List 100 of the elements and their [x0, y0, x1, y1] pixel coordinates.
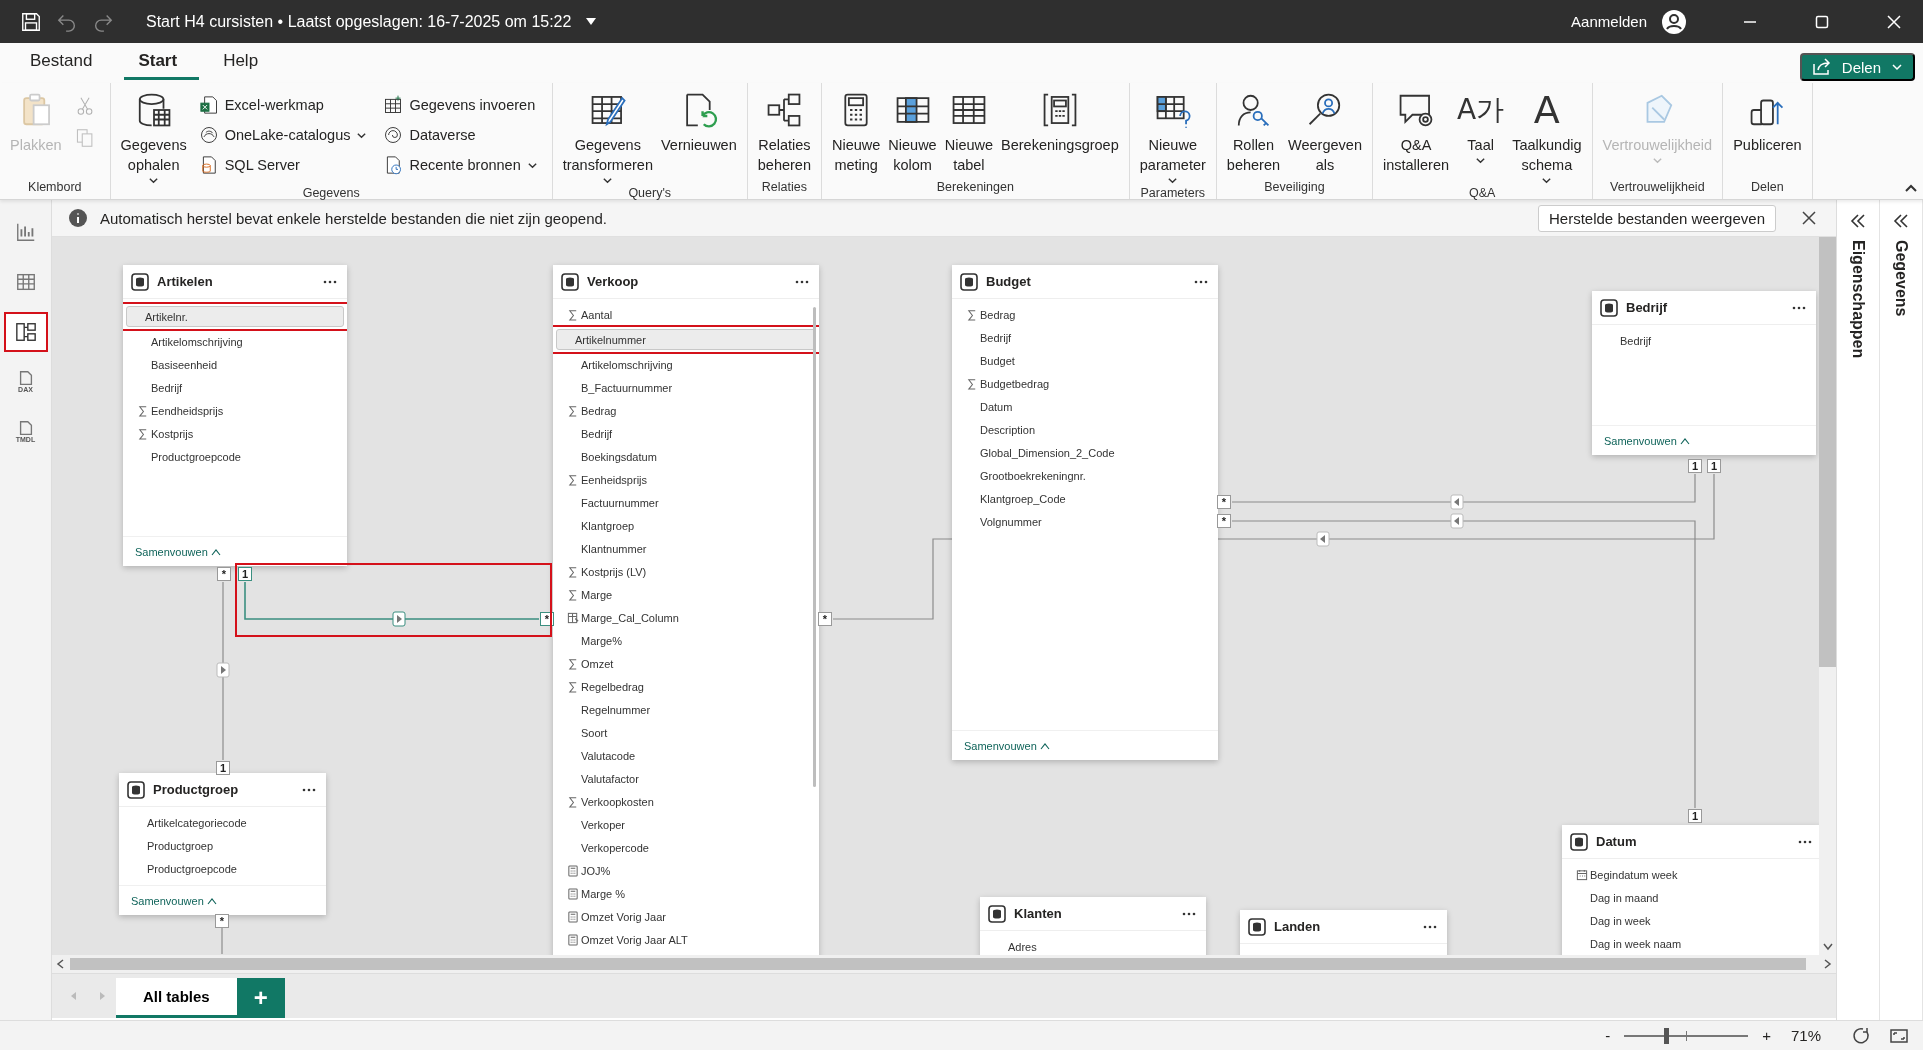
more-icon[interactable] — [1792, 305, 1806, 310]
save-icon[interactable] — [20, 10, 42, 33]
ribbon-button[interactable]: Q&A installeren — [1380, 91, 1452, 175]
field-item[interactable]: Basiseenheid — [123, 353, 343, 376]
field-item[interactable]: Artikelomschrijving — [553, 353, 815, 376]
field-item[interactable]: Boekingsdatum — [553, 445, 815, 468]
field-item[interactable]: Klantgroep_Code — [952, 487, 1214, 510]
field-item[interactable]: Bedrijf — [1592, 329, 1812, 352]
ribbon-button[interactable]: Nieuwe parameter — [1137, 91, 1208, 186]
field-item[interactable]: Artikelnr. — [126, 306, 344, 327]
slider-thumb[interactable] — [1664, 1027, 1670, 1044]
view-button[interactable] — [3, 312, 48, 352]
field-item[interactable]: Omzet Vorig Jaar ALT — [553, 928, 815, 951]
field-item[interactable]: Datum — [952, 395, 1214, 418]
field-item[interactable]: Klantnummer — [553, 537, 815, 560]
field-item[interactable]: Bedrag — [952, 303, 1214, 326]
field-item[interactable]: Global_Dimension_2_Code — [952, 441, 1214, 464]
page-tab[interactable]: All tables — [116, 978, 237, 1018]
field-item[interactable]: Marge_Cal_Column — [553, 606, 815, 629]
avatar-icon[interactable] — [1661, 8, 1687, 35]
more-icon[interactable] — [1182, 911, 1196, 916]
field-item[interactable]: Valutafactor — [553, 767, 815, 790]
collapse-link[interactable]: Samenvouwen — [135, 545, 221, 558]
field-item[interactable]: Bedrag — [553, 399, 815, 422]
expand-icon[interactable] — [1893, 214, 1909, 228]
ribbon-button[interactable]: Publiceren — [1731, 91, 1804, 155]
field-item[interactable]: Factuurnummer — [553, 491, 815, 514]
field-item[interactable]: Bedrijf — [123, 376, 343, 399]
ribbon-button[interactable]: SQL Server — [198, 153, 368, 177]
ribbon-button[interactable]: A가 Taal — [1455, 91, 1507, 166]
field-item[interactable]: Marge% — [553, 629, 815, 652]
field-item[interactable]: Aantal — [553, 303, 815, 326]
ribbon-button[interactable]: Relaties beheren — [755, 91, 813, 175]
show-files-button[interactable]: Herstelde bestanden weergeven — [1538, 204, 1776, 232]
panel-tab[interactable]: Eigenschappen — [1849, 240, 1867, 359]
field-item[interactable]: Kostprijs — [123, 422, 343, 445]
reset-icon[interactable] — [1851, 1025, 1871, 1046]
ribbon-button[interactable]: Excel-werkmap — [198, 93, 368, 117]
ribbon-button[interactable]: Nieuwe kolom — [886, 91, 939, 175]
zoom-out-button[interactable]: - — [1605, 1027, 1611, 1044]
field-item[interactable]: Regelnummer — [553, 698, 815, 721]
ribbon-button[interactable]: Gegevens ophalen — [118, 91, 189, 186]
field-item[interactable]: JOJ% — [553, 859, 815, 882]
ribbon-button[interactable]: Vernieuwen — [658, 91, 739, 155]
field-item[interactable]: Marge — [553, 583, 815, 606]
ribbon-button[interactable]: Rollen beheren — [1224, 91, 1283, 175]
field-item[interactable]: Verkoopkosten — [553, 790, 815, 813]
ribbon-button[interactable]: Recente bronnen — [383, 153, 538, 177]
share-button[interactable]: Delen — [1799, 53, 1915, 81]
panel-tab[interactable]: Gegevens — [1892, 240, 1910, 317]
scroll-left-icon[interactable] — [56, 959, 64, 969]
field-item[interactable]: Productgroep — [119, 834, 322, 857]
more-icon[interactable] — [1194, 279, 1208, 284]
field-item[interactable]: Grootboekrekeningnr. — [952, 464, 1214, 487]
menu-tab[interactable]: Help — [209, 51, 281, 83]
field-item[interactable]: Artikelcategoriecode — [119, 811, 322, 834]
ribbon-button[interactable]: Weergeven als — [1286, 91, 1364, 175]
ribbon-button[interactable]: Nieuwe meting — [829, 91, 883, 175]
ribbon-button[interactable]: Gegevens invoeren — [383, 93, 538, 117]
more-icon[interactable] — [1798, 839, 1812, 844]
ribbon-button[interactable]: OneLake-catalogus — [198, 123, 368, 147]
collapse-icon[interactable] — [1905, 183, 1917, 193]
field-item[interactable]: Verkopercode — [553, 836, 815, 859]
field-item[interactable]: Valutacode — [553, 744, 815, 767]
ribbon-button[interactable]: Dataverse — [383, 123, 538, 147]
expand-icon[interactable] — [1850, 214, 1866, 228]
field-item[interactable]: Bedrijf — [553, 422, 815, 445]
more-icon[interactable] — [302, 787, 316, 792]
more-icon[interactable] — [795, 279, 809, 284]
ribbon-button[interactable]: Nieuwe tabel — [942, 91, 996, 175]
field-item[interactable]: Artikelnummer — [556, 329, 816, 350]
dropdown-icon[interactable] — [585, 16, 598, 27]
field-item[interactable]: Productgroepcode — [119, 857, 322, 880]
close-icon[interactable] — [1802, 211, 1816, 225]
field-item[interactable]: Dag in week — [1562, 909, 1818, 932]
field-item[interactable]: Marge % — [553, 882, 815, 905]
field-item[interactable]: Description — [952, 418, 1214, 441]
field-item[interactable]: Verkoper — [553, 813, 815, 836]
collapse-link[interactable]: Samenvouwen — [131, 894, 217, 907]
scroll-down-icon[interactable] — [1822, 943, 1833, 951]
ribbon-button[interactable]: A Taalkundig schema — [1510, 91, 1584, 186]
field-item[interactable]: Volgnummer — [952, 510, 1214, 533]
field-item[interactable]: Dag in maand — [1562, 886, 1818, 909]
add-page-button[interactable]: + — [236, 978, 285, 1018]
field-item[interactable]: Bedrijf — [952, 326, 1214, 349]
maximize-icon[interactable] — [1815, 14, 1829, 29]
scrollbar-thumb[interactable] — [1819, 237, 1836, 667]
field-item[interactable]: Omzet Vorig Jaar — [553, 905, 815, 928]
field-item[interactable]: Begindatum week — [1562, 863, 1818, 886]
menu-tab[interactable]: Start — [124, 51, 200, 80]
field-item[interactable]: Soort — [553, 721, 815, 744]
collapse-link[interactable]: Samenvouwen — [964, 739, 1050, 752]
vertical-scrollbar[interactable] — [1819, 237, 1836, 955]
sign-in-link[interactable]: Aanmelden — [1571, 13, 1647, 30]
field-item[interactable]: Adres — [980, 935, 1202, 955]
scroll-right-icon[interactable] — [1824, 959, 1832, 969]
field-item[interactable]: Regelbedrag — [553, 675, 815, 698]
field-item[interactable]: Eendheidsprijs — [123, 399, 343, 422]
ribbon-button[interactable]: Gegevens transformeren — [560, 91, 655, 186]
field-item[interactable]: Eenheidsprijs — [553, 468, 815, 491]
